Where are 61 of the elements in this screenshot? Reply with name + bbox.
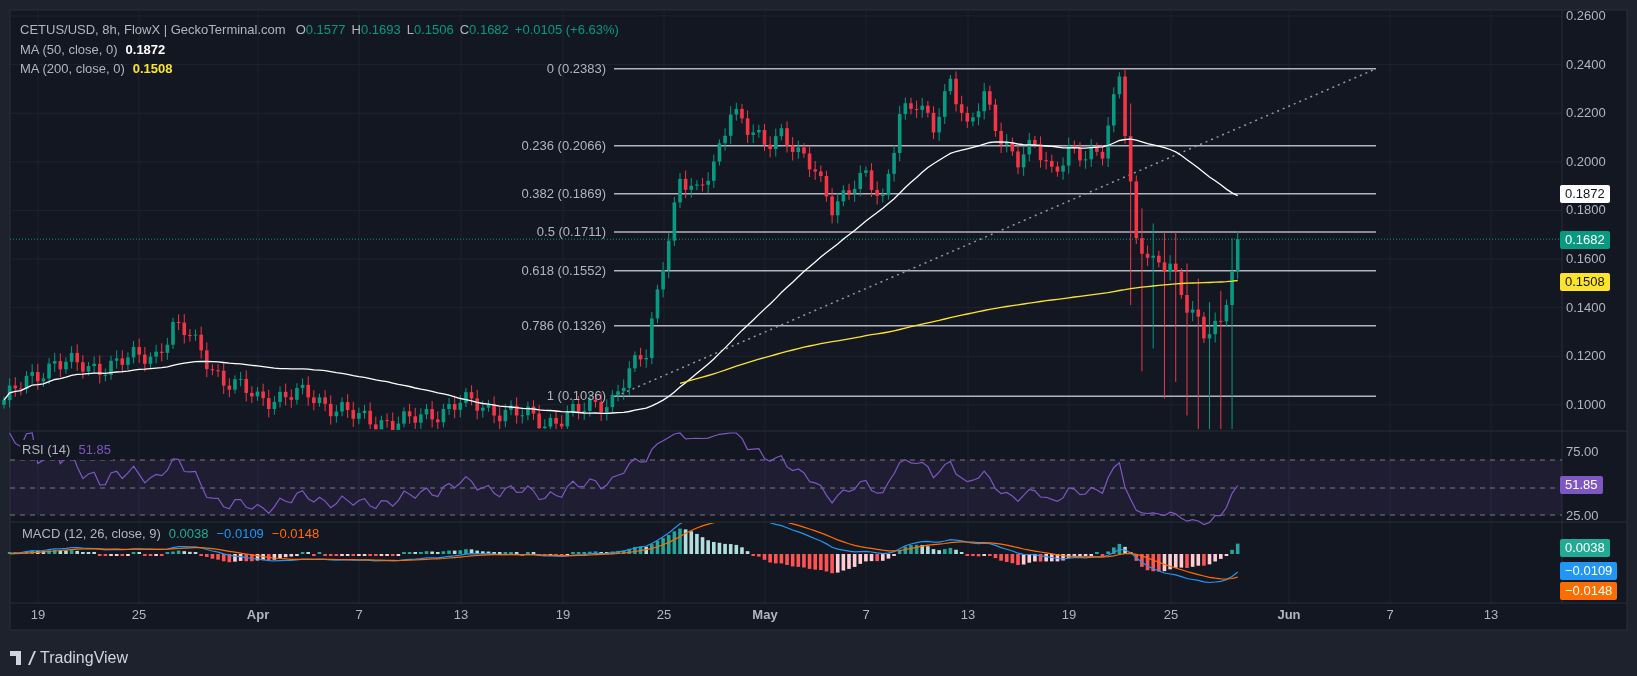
ohlc-label: C [459, 21, 470, 39]
fibonacci-level-label: 0.786 (0.1326) [520, 317, 606, 334]
date-label: 13 [452, 607, 470, 623]
price-tick: 0.1200 [1566, 348, 1606, 365]
indicator-value: 0.1872 [125, 41, 166, 59]
price-badge: −0.0148 [1560, 582, 1618, 600]
date-label: 7 [354, 607, 364, 623]
price-tick: 0.2400 [1566, 56, 1606, 73]
price-badge: 0.0038 [1560, 539, 1610, 557]
fibonacci-level-label: 0 (0.2383) [545, 60, 606, 77]
date-label: 13 [959, 607, 977, 623]
ohlc-label: H [351, 21, 361, 39]
ohlc-value: 0.1693 [360, 21, 401, 39]
date-label: 19 [29, 607, 47, 623]
fibonacci-level-label: 0.5 (0.1711) [535, 224, 606, 241]
indicator-label: MACD (12, 26, close, 9) [22, 526, 161, 542]
fibonacci-level-label: 1 (0.1036) [545, 388, 606, 405]
date-label: 7 [861, 607, 871, 623]
symbol-title: CETUS/USD, 8h, FlowX | GeckoTerminal.com [20, 21, 286, 39]
fibonacci-level-label: 0.618 (0.1552) [520, 262, 606, 279]
ohlc-value: 0.1506 [413, 21, 454, 39]
date-label: 25 [1162, 607, 1180, 623]
date-label: Jun [1276, 607, 1302, 623]
price-badge: 0.1872 [1560, 185, 1610, 203]
date-label: Apr [245, 607, 271, 623]
ohlc-value: 0.1682 [469, 21, 509, 39]
date-label: 7 [1385, 607, 1395, 623]
date-label: 13 [1482, 607, 1500, 623]
date-label: 19 [554, 607, 572, 623]
indicator-label: MA (200, close, 0) [20, 60, 125, 78]
fibonacci-level-label: 0.236 (0.2066) [520, 137, 606, 154]
price-tick: 0.1800 [1566, 202, 1606, 219]
rsi-tick: 75.00 [1566, 444, 1599, 460]
indicator-value: 0.1508 [132, 60, 173, 78]
date-label: 19 [1060, 607, 1078, 623]
price-tick: 0.2600 [1566, 8, 1606, 24]
price-badge: 0.1508 [1560, 273, 1610, 291]
price-badge: 0.1682 [1560, 231, 1610, 249]
date-label: May [751, 607, 779, 623]
fibonacci-level-label: 0.382 (0.1869) [520, 185, 606, 202]
ohlc-label: O [295, 21, 306, 39]
price-tick: 0.1400 [1566, 299, 1606, 316]
price-tick: 0.1600 [1566, 251, 1606, 267]
price-change: +0.0105 (+6.63%) [514, 21, 619, 39]
rsi-tick: 25.00 [1566, 508, 1599, 521]
indicator-label: RSI (14) [22, 441, 71, 459]
indicator-value: −0.0148 [271, 526, 320, 542]
date-label: 25 [130, 607, 148, 623]
price-tick: 0.2000 [1566, 153, 1606, 170]
price-tick: 0.2200 [1566, 105, 1606, 122]
price-tick: 0.1000 [1566, 396, 1606, 413]
indicator-value: 51.85 [78, 441, 111, 459]
indicator-label: MA (50, close, 0) [20, 41, 118, 59]
ohlc-value: 0.1577 [305, 21, 346, 39]
ohlc-label: L [406, 21, 414, 39]
brand-name: TradingView [40, 648, 129, 668]
price-badge: 51.85 [1560, 476, 1603, 494]
indicator-value: 0.0038 [168, 526, 209, 542]
indicator-value: −0.0109 [216, 526, 264, 542]
price-badge: −0.0109 [1560, 562, 1618, 580]
date-label: 25 [655, 607, 673, 623]
